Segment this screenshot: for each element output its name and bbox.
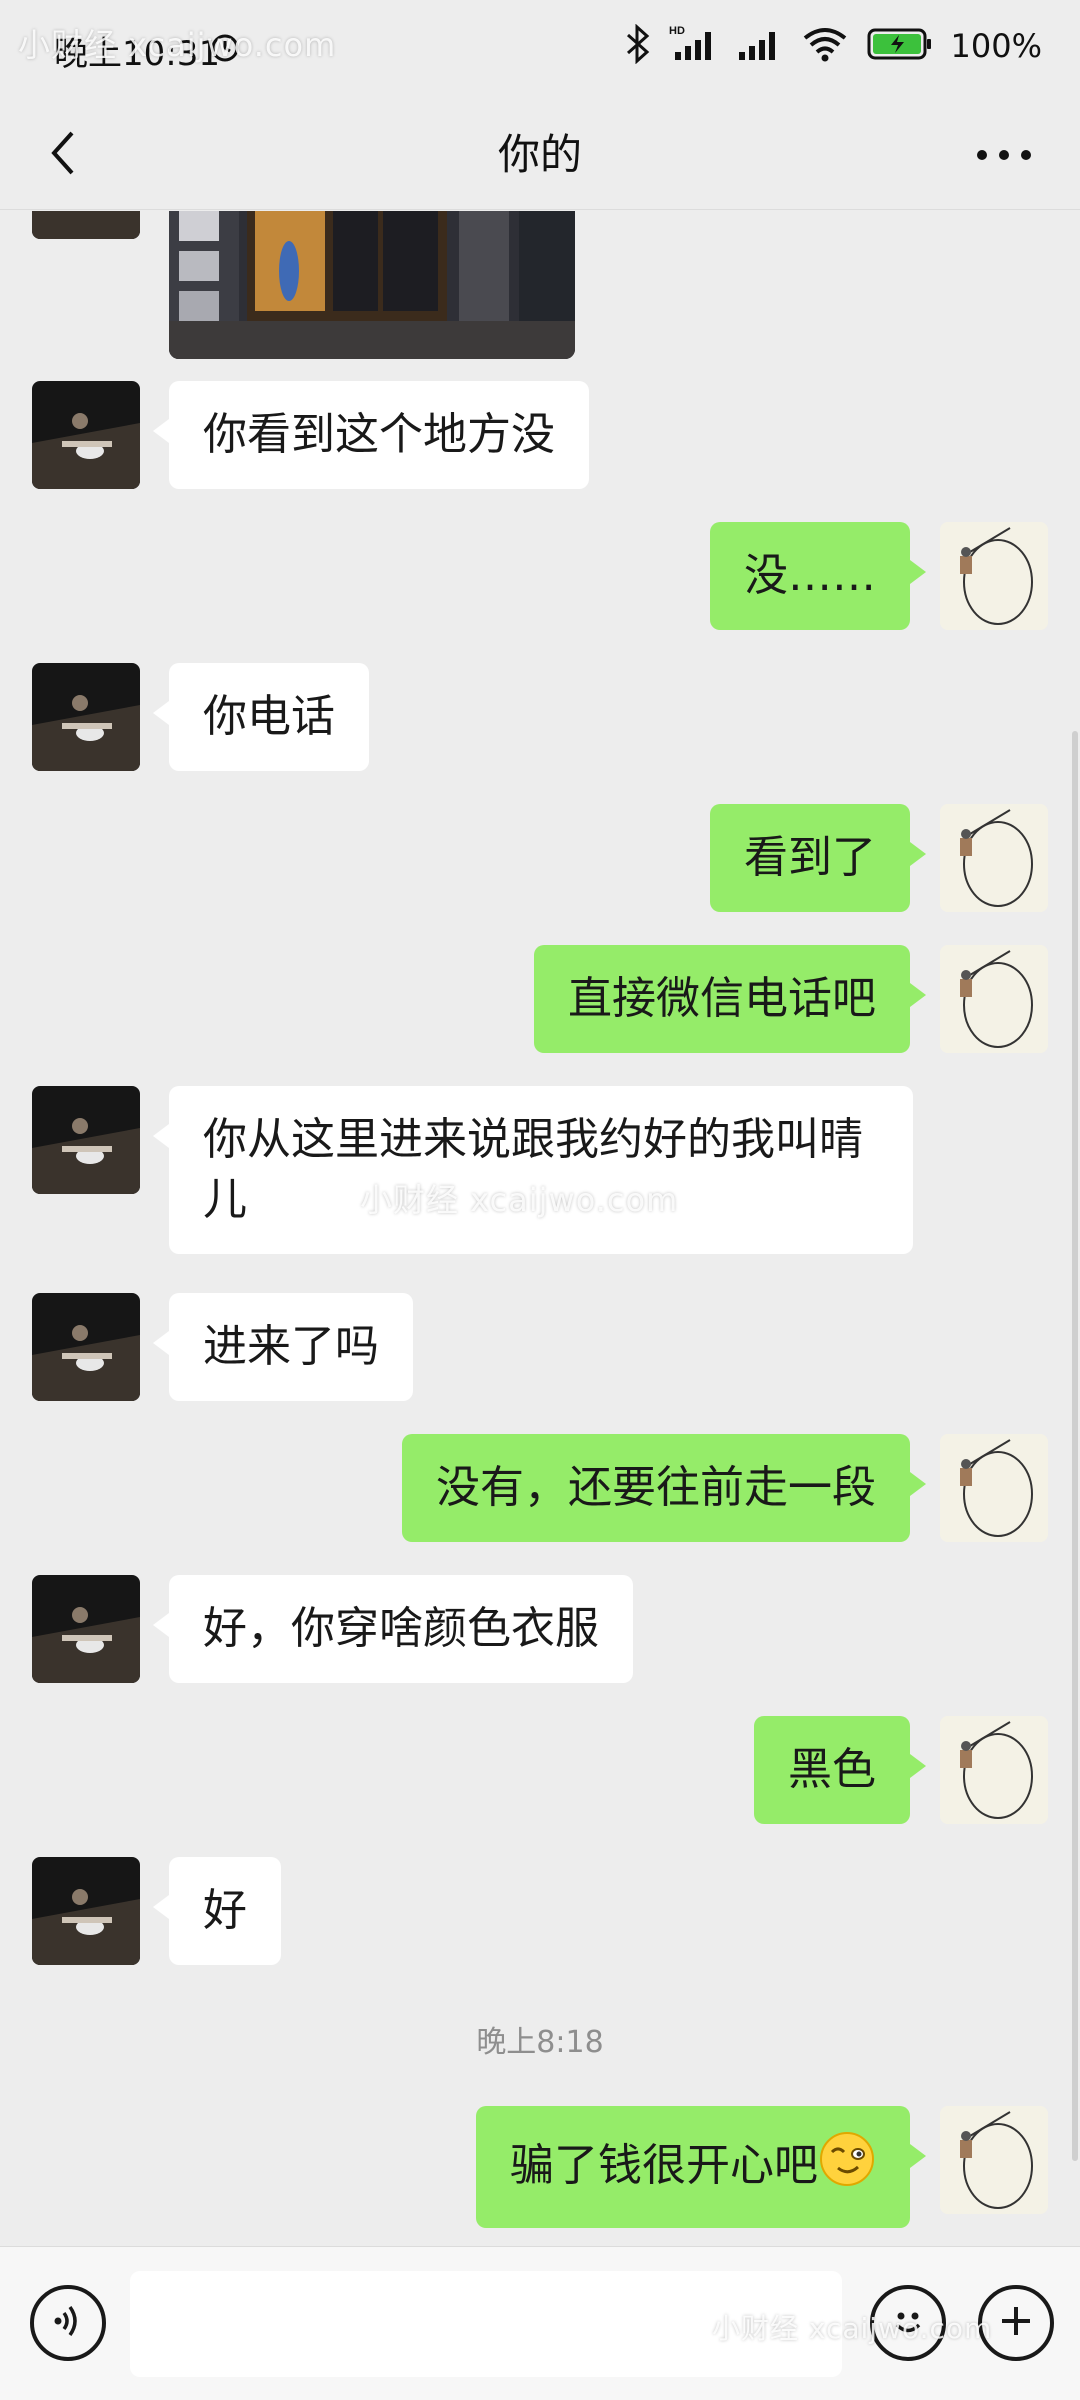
- my-avatar[interactable]: [940, 522, 1048, 630]
- message-bubble-sent[interactable]: 直接微信电话吧: [534, 945, 926, 1053]
- svg-text:HD: HD: [669, 25, 685, 37]
- more-dots-icon: [976, 146, 1032, 165]
- contact-avatar[interactable]: [32, 381, 140, 489]
- battery-percent: 100%: [950, 27, 1042, 65]
- contact-avatar[interactable]: [32, 1086, 140, 1194]
- status-bar: 晚上10:31 小财经 xcaijwo.com HD 100%: [0, 0, 1080, 100]
- bluetooth-icon: [625, 23, 651, 68]
- input-bar: 小财经 xcaijwo.com: [0, 2246, 1080, 2400]
- message-bubble-sent[interactable]: 看到了: [710, 804, 926, 912]
- scrollbar[interactable]: [1072, 731, 1078, 2161]
- message-text: 骗了钱很开心吧: [510, 2140, 818, 2191]
- message-bubble-received[interactable]: 你电话: [153, 663, 369, 771]
- message-bubble-sent[interactable]: 没有，还要往前走一段: [402, 1434, 926, 1542]
- watermark-bottom: 小财经 xcaijwo.com: [712, 2312, 993, 2345]
- signal-icon: [737, 24, 783, 68]
- watermark-top: 小财经 xcaijwo.com: [18, 26, 337, 64]
- my-avatar[interactable]: [940, 1434, 1048, 1542]
- message-bubble-sent[interactable]: 黑色: [754, 1716, 926, 1824]
- my-avatar[interactable]: [940, 2106, 1048, 2214]
- timestamp: 晚上8:18: [476, 2025, 604, 2060]
- wifi-icon: [801, 24, 849, 68]
- voice-icon: [48, 2301, 88, 2345]
- message-bubble-received[interactable]: 进来了吗: [153, 1293, 413, 1401]
- message-bubble-received[interactable]: 你看到这个地方没: [153, 381, 589, 489]
- my-avatar[interactable]: [940, 804, 1048, 912]
- watermark-middle: 小财经 xcaijwo.com: [360, 1181, 679, 1219]
- hd-signal-icon: HD: [669, 24, 719, 68]
- battery-icon: [867, 27, 933, 65]
- message-bubble-received[interactable]: 好: [153, 1857, 281, 1965]
- status-indicators: HD 100%: [625, 23, 1042, 68]
- chat-header: 你的: [0, 100, 1080, 210]
- message-list[interactable]: 你看到这个地方没 没…… 你电话 看到了 直接微信电话吧 你从这里进来说跟我约好…: [0, 211, 1080, 2246]
- contact-avatar[interactable]: [32, 663, 140, 771]
- contact-avatar[interactable]: [32, 211, 140, 239]
- message-bubble-received[interactable]: 你从这里进来说跟我约好的我叫晴儿: [153, 1086, 913, 1254]
- my-avatar[interactable]: [940, 1716, 1048, 1824]
- message-bubble-sent[interactable]: 没……: [710, 522, 926, 630]
- more-button[interactable]: [964, 122, 1044, 188]
- image-message[interactable]: [169, 211, 575, 359]
- my-avatar[interactable]: [940, 945, 1048, 1053]
- contact-avatar[interactable]: [32, 1575, 140, 1683]
- contact-avatar[interactable]: [32, 1857, 140, 1965]
- contact-avatar[interactable]: [32, 1293, 140, 1401]
- voice-button[interactable]: [30, 2285, 106, 2361]
- message-bubble-sent[interactable]: 骗了钱很开心吧: [476, 2106, 926, 2228]
- plus-icon: [996, 2301, 1036, 2345]
- wink-emoji: [818, 2130, 876, 2204]
- chat-title: 你的: [497, 130, 582, 179]
- message-bubble-received[interactable]: 好，你穿啥颜色衣服: [153, 1575, 633, 1683]
